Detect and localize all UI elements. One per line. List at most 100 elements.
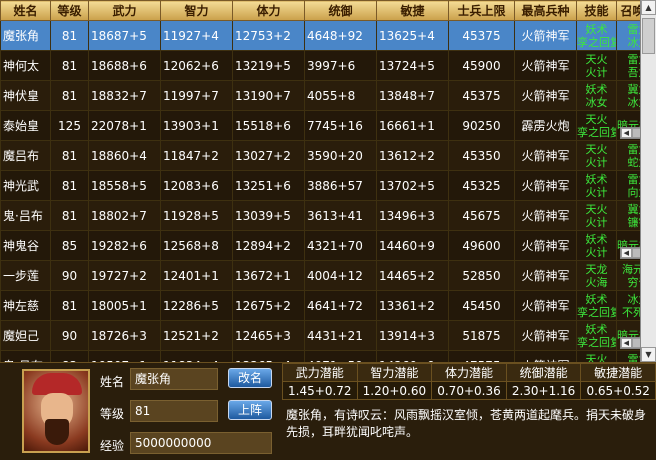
command-cell: 3997+6	[304, 50, 377, 81]
skill-cell: 妖术 火计	[576, 230, 617, 261]
skill-name: 火计	[585, 245, 608, 259]
force-cell: 19727+2	[88, 260, 161, 291]
intellect-cell: 11927+4	[160, 20, 233, 51]
force-cell: 18802+7	[88, 200, 161, 231]
table-row[interactable]: 神伏皇 81 18832+7 11997+7 13190+7 4055+8 13848+7 4…	[0, 80, 656, 111]
command-cell: 7745+16	[304, 110, 377, 141]
col-header-agility[interactable]: 敏捷	[376, 0, 449, 21]
skill-name: 孪之回复	[577, 335, 616, 349]
col-header-command[interactable]: 统御	[304, 0, 377, 21]
potential-value: 2.30+1.16	[505, 381, 582, 400]
scroll-down-arrow-icon[interactable]: ▼	[641, 347, 656, 362]
skill-name: 妖术	[585, 82, 608, 96]
table-row[interactable]: 神光武 81 18558+5 12083+6 13251+6 3886+57 13702+5…	[0, 170, 656, 201]
general-roster-window: 姓名 等级 武力 智力 体力 统御 敏捷 士兵上限 最高兵种 技能 召唤兽 魔张角 81 18687+5…	[0, 0, 656, 460]
skill-name: 火计	[585, 215, 608, 229]
soldier-cap-cell: 45675	[448, 200, 515, 231]
table-row[interactable]: 魔张角 81 18687+5 11927+4 12753+2 4648+92 13625+4…	[0, 20, 656, 51]
general-table: 姓名 等级 武力 智力 体力 统御 敏捷 士兵上限 最高兵种 技能 召唤兽 魔张角 81 18687+5…	[0, 0, 656, 381]
general-portrait	[22, 369, 90, 453]
command-cell: 4648+92	[304, 20, 377, 51]
force-cell: 18558+5	[88, 170, 161, 201]
soldier-cap-cell: 90250	[448, 110, 515, 141]
skill-name: 火计	[585, 65, 608, 79]
table-row[interactable]: 鬼·吕布 81 18802+7 11928+5 13039+5 3613+41 13496+…	[0, 200, 656, 231]
soldier-cap-cell: 45450	[448, 290, 515, 321]
scroll-left-arrow-icon[interactable]: ◀	[621, 128, 632, 138]
table-row[interactable]: 泰始皇 125 22078+1 13903+1 15518+6 7745+16 16661+…	[0, 110, 656, 141]
command-cell: 3590+20	[304, 140, 377, 171]
skill-name: 火海	[585, 275, 608, 289]
table-vertical-scrollbar[interactable]: ▲ ▼	[640, 0, 656, 362]
level-cell: 81	[50, 170, 89, 201]
deploy-button[interactable]: 上阵	[228, 400, 272, 420]
skill-cell: 天火 火计	[576, 50, 617, 81]
col-header-best-troop[interactable]: 最高兵种	[514, 0, 577, 21]
soldier-cap-cell: 45350	[448, 140, 515, 171]
col-header-stamina[interactable]: 体力	[232, 0, 305, 21]
col-header-soldier-cap[interactable]: 士兵上限	[448, 0, 515, 21]
level-cell: 81	[50, 20, 89, 51]
col-header-force[interactable]: 武力	[88, 0, 161, 21]
level-cell: 81	[50, 80, 89, 111]
name-cell: 神何太	[0, 50, 51, 81]
force-cell: 18832+7	[88, 80, 161, 111]
col-header-skill[interactable]: 技能	[576, 0, 617, 21]
intellect-cell: 11997+7	[160, 80, 233, 111]
potential-value: 0.65+0.52	[580, 381, 656, 400]
agility-cell: 13612+2	[376, 140, 449, 171]
force-cell: 18687+5	[88, 20, 161, 51]
agility-cell: 13702+5	[376, 170, 449, 201]
name-label: 姓名	[100, 375, 125, 389]
potential-header: 体力潜能	[431, 363, 507, 382]
col-header-intellect[interactable]: 智力	[160, 0, 233, 21]
soldier-cap-cell: 45375	[448, 20, 515, 51]
skill-cell: 天火孪之回复	[576, 110, 617, 141]
exp-field[interactable]: 5000000000	[130, 432, 272, 454]
table-row[interactable]: 魔妲己 90 18726+3 12521+2 12465+3 4431+21 13914+3…	[0, 320, 656, 351]
command-cell: 3613+41	[304, 200, 377, 231]
intellect-cell: 12062+6	[160, 50, 233, 81]
skill-cell: 妖术 冰女	[576, 80, 617, 111]
level-cell: 81	[50, 200, 89, 231]
general-detail-panel: 姓名 魔张角 改名 等级 81 上阵 经验 5000000000 武力潜能 智力…	[0, 362, 656, 460]
skill-cell: 妖术孪之回复	[576, 20, 617, 51]
scrollbar-thumb[interactable]	[642, 18, 655, 54]
agility-cell: 13914+3	[376, 320, 449, 351]
skill-name: 天火	[585, 52, 608, 66]
command-cell: 4431+21	[304, 320, 377, 351]
command-cell: 4641+72	[304, 290, 377, 321]
table-row[interactable]: 神何太 81 18688+6 12062+6 13219+5 3997+6 13724+5 4…	[0, 50, 656, 81]
level-label: 等级	[100, 407, 125, 421]
troop-cell: 霹雳火炮	[514, 110, 577, 141]
level-field[interactable]: 81	[130, 400, 218, 422]
stamina-cell: 13039+5	[232, 200, 305, 231]
stamina-cell: 12753+2	[232, 20, 305, 51]
level-cell: 90	[50, 260, 89, 291]
scroll-left-arrow-icon[interactable]: ◀	[621, 248, 632, 258]
table-row[interactable]: 神左慈 81 18005+1 12286+5 12675+2 4641+72 13361+2…	[0, 290, 656, 321]
potential-header: 统御潜能	[505, 363, 582, 382]
potential-value: 0.70+0.36	[431, 381, 507, 400]
intellect-cell: 11847+2	[160, 140, 233, 171]
rename-button[interactable]: 改名	[228, 368, 272, 388]
skill-name: 孪之回复	[577, 125, 616, 139]
col-header-name[interactable]: 姓名	[0, 0, 51, 21]
scroll-left-arrow-icon[interactable]: ◀	[621, 338, 632, 348]
table-row[interactable]: 一步莲 90 19727+2 12401+1 13672+1 4004+12 14465+2…	[0, 260, 656, 291]
table-header-row: 姓名 等级 武力 智力 体力 统御 敏捷 士兵上限 最高兵种 技能 召唤兽	[0, 0, 656, 21]
table-row[interactable]: 魔吕布 81 18860+4 11847+2 13027+2 3590+20 13612+2…	[0, 140, 656, 171]
skill-cell: 天龙 火海	[576, 260, 617, 291]
col-header-level[interactable]: 等级	[50, 0, 89, 21]
name-cell: 魔妲己	[0, 320, 51, 351]
intellect-cell: 12521+2	[160, 320, 233, 351]
command-cell: 3886+57	[304, 170, 377, 201]
level-cell: 81	[50, 140, 89, 171]
intellect-cell: 13903+1	[160, 110, 233, 141]
stamina-cell: 13672+1	[232, 260, 305, 291]
troop-cell: 火箭神军	[514, 80, 577, 111]
table-row[interactable]: 神鬼谷 85 19282+6 12568+8 12894+2 4321+70 14460+9…	[0, 230, 656, 261]
scroll-up-arrow-icon[interactable]: ▲	[641, 0, 656, 15]
stamina-cell: 13190+7	[232, 80, 305, 111]
name-field[interactable]: 魔张角	[130, 368, 218, 390]
